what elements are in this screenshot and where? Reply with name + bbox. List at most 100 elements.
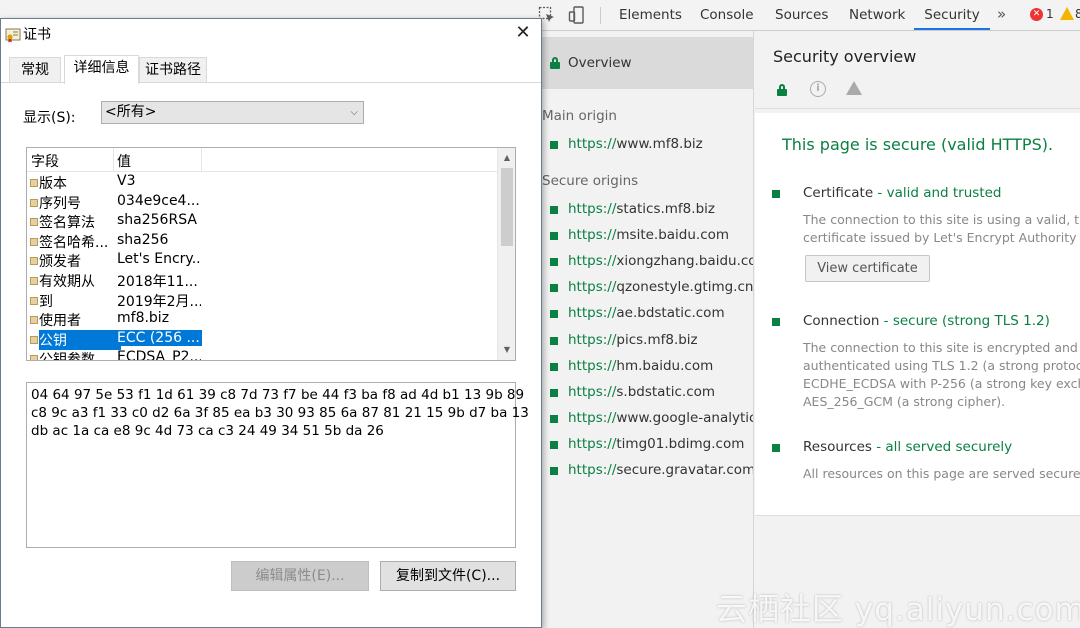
edit-properties-button[interactable]: 编辑属性(E)... xyxy=(231,561,369,591)
column-divider[interactable] xyxy=(201,148,202,172)
sidebar-item-label: Overview xyxy=(568,55,632,71)
field-name: 版本 xyxy=(39,176,67,192)
resources-desc-line: All resources on this page are served se… xyxy=(803,466,1080,481)
field-value: Let's Encry... xyxy=(117,251,201,268)
connection-desc-line: authenticated using TLS 1.2 (a strong pr… xyxy=(803,358,1080,373)
security-summary: This page is secure (valid HTTPS). Certi… xyxy=(755,113,1080,516)
field-icon xyxy=(30,316,38,325)
certificate-desc-line: The connection to this site is using a v… xyxy=(803,212,1080,227)
main-origin-heading: Main origin xyxy=(542,108,617,124)
field-value: 034e9ce4... xyxy=(117,192,200,209)
column-header-value[interactable]: 值 xyxy=(117,151,131,171)
secure-square-icon xyxy=(550,232,558,241)
field-list: 字段 值 版本 V3 序列号 034e9ce4... 签名算法 sha256RSA 签名哈希… xyxy=(26,147,516,361)
scroll-up-icon[interactable]: ▲ xyxy=(498,150,515,166)
secure-square-icon xyxy=(550,336,558,345)
connection-desc-line: AES_256_GCM (a strong cipher). xyxy=(803,394,1006,409)
scroll-down-icon[interactable]: ▼ xyxy=(498,342,515,358)
value-line: 04 64 97 5e 53 f1 1d 61 39 c8 7d 73 f7 b… xyxy=(31,387,525,403)
field-value: V3 xyxy=(117,173,136,189)
resources-label: Resources xyxy=(803,439,872,455)
origin-scheme: https:// xyxy=(568,357,617,374)
field-name: 公钥参数 xyxy=(39,352,95,361)
resources-status: - all served securely xyxy=(871,439,1013,455)
field-icon xyxy=(30,257,38,266)
warning-icon[interactable] xyxy=(1060,7,1074,20)
dialog-titlebar[interactable]: 证书 ✕ xyxy=(1,19,541,49)
tab-security[interactable]: Security xyxy=(914,0,990,30)
warning-count[interactable]: 8 xyxy=(1075,7,1080,21)
origin-host: statics.mf8.biz xyxy=(616,201,715,217)
field-value-box[interactable]: 04 64 97 5e 53 f1 1d 61 39 c8 7d 73 f7 b… xyxy=(26,382,529,548)
error-icon[interactable]: ✕ xyxy=(1030,8,1043,21)
device-toolbar-icon[interactable] xyxy=(568,6,586,24)
lock-icon xyxy=(777,84,787,96)
watermark: 云栖社区 yq.aliyun.com xyxy=(716,592,1080,628)
scrollbar-thumb[interactable] xyxy=(501,168,513,246)
field-value: 2019年2月... xyxy=(117,293,201,310)
field-value: ECC (256 ... xyxy=(117,329,202,346)
show-select[interactable]: <所有> ⌵ xyxy=(101,101,364,124)
secure-origins-heading: Secure origins xyxy=(542,173,639,189)
tab-sources[interactable]: Sources xyxy=(775,0,828,31)
field-icon xyxy=(30,218,38,227)
column-header-field[interactable]: 字段 xyxy=(31,151,59,171)
error-count[interactable]: 1 xyxy=(1046,7,1054,21)
field-value: ECDSA_P2... xyxy=(117,349,201,361)
value-line: c8 9c a3 f1 33 c0 d2 6a 3f 85 ea b3 30 9… xyxy=(31,405,529,421)
origin-host: pics.mf8.biz xyxy=(616,331,698,348)
more-tabs-icon[interactable]: » xyxy=(997,5,1006,23)
origin-host: secure.gravatar.com xyxy=(616,462,754,478)
table-row[interactable]: 使用者 mf8.biz xyxy=(27,310,497,330)
table-row[interactable]: 序列号 034e9ce4... xyxy=(27,193,497,213)
tab-certification-path[interactable]: 证书路径 xyxy=(139,57,207,83)
certificate-desc-line: certificate issued by Let's Encrypt Auth… xyxy=(803,230,1080,245)
secure-square-icon xyxy=(550,206,558,214)
table-row[interactable]: 签名算法 sha256RSA xyxy=(27,212,497,232)
value-line: db ac 1a ca e8 9c 4d 73 ca c3 24 49 34 5… xyxy=(31,423,384,439)
table-row[interactable]: 公钥 ECC (256 ... xyxy=(27,329,497,350)
show-select-value: <所有> xyxy=(105,104,157,120)
certificate-dialog: 证书 ✕ 常规 详细信息 证书路径 显示(S): <所有> ⌵ 字段 值 版本 V… xyxy=(0,18,542,628)
tab-network[interactable]: Network xyxy=(849,0,905,31)
field-icon xyxy=(30,179,38,187)
close-icon[interactable]: ✕ xyxy=(511,21,535,45)
origin-scheme: https:// xyxy=(568,409,617,426)
table-row[interactable]: 版本 V3 xyxy=(27,173,497,193)
origin-host: ae.bdstatic.com xyxy=(616,305,725,322)
table-row[interactable]: 到 2019年2月... xyxy=(27,291,497,311)
origin-scheme: https:// xyxy=(568,435,617,452)
security-sidebar: Overview Main origin https://www.mf8.biz… xyxy=(542,31,754,628)
table-row[interactable]: 公钥参数 ECDSA_P2... xyxy=(27,349,497,361)
dialog-title: 证书 xyxy=(23,27,51,43)
page-title: Security overview xyxy=(773,47,917,66)
secure-square-icon xyxy=(550,141,558,149)
origin-host: msite.baidu.com xyxy=(616,227,730,244)
field-name: 使用者 xyxy=(39,313,81,330)
connection-label: Connection xyxy=(803,313,880,329)
field-value: sha256 xyxy=(117,231,169,248)
lock-icon xyxy=(550,57,560,69)
column-divider[interactable] xyxy=(113,148,114,172)
table-row[interactable]: 有效期从 2018年11... xyxy=(27,271,497,291)
tab-elements[interactable]: Elements xyxy=(619,0,682,31)
field-name: 颁发者 xyxy=(39,254,81,271)
tab-general[interactable]: 常规 xyxy=(9,57,61,83)
toolbar-separator xyxy=(600,7,601,24)
field-icon xyxy=(30,335,38,344)
tab-details[interactable]: 详细信息 xyxy=(64,55,139,84)
view-certificate-button[interactable]: View certificate xyxy=(805,255,930,282)
origin-scheme: https:// xyxy=(568,383,617,400)
certificate-label: Certificate xyxy=(803,185,874,201)
field-icon xyxy=(30,296,38,305)
sidebar-item-overview[interactable]: Overview xyxy=(542,37,753,89)
copy-to-file-button[interactable]: 复制到文件(C)... xyxy=(380,561,516,591)
field-list-scrollbar[interactable]: ▲ ▼ xyxy=(497,148,515,360)
table-row[interactable]: 签名哈希... sha256 xyxy=(27,232,497,252)
secure-square-icon xyxy=(550,258,558,267)
connection-status: - secure (strong TLS 1.2) xyxy=(879,313,1050,329)
tab-console[interactable]: Console xyxy=(700,0,754,31)
secure-square-icon xyxy=(550,440,558,449)
table-row[interactable]: 颁发者 Let's Encry... xyxy=(27,251,497,271)
certificate-icon xyxy=(5,28,21,43)
